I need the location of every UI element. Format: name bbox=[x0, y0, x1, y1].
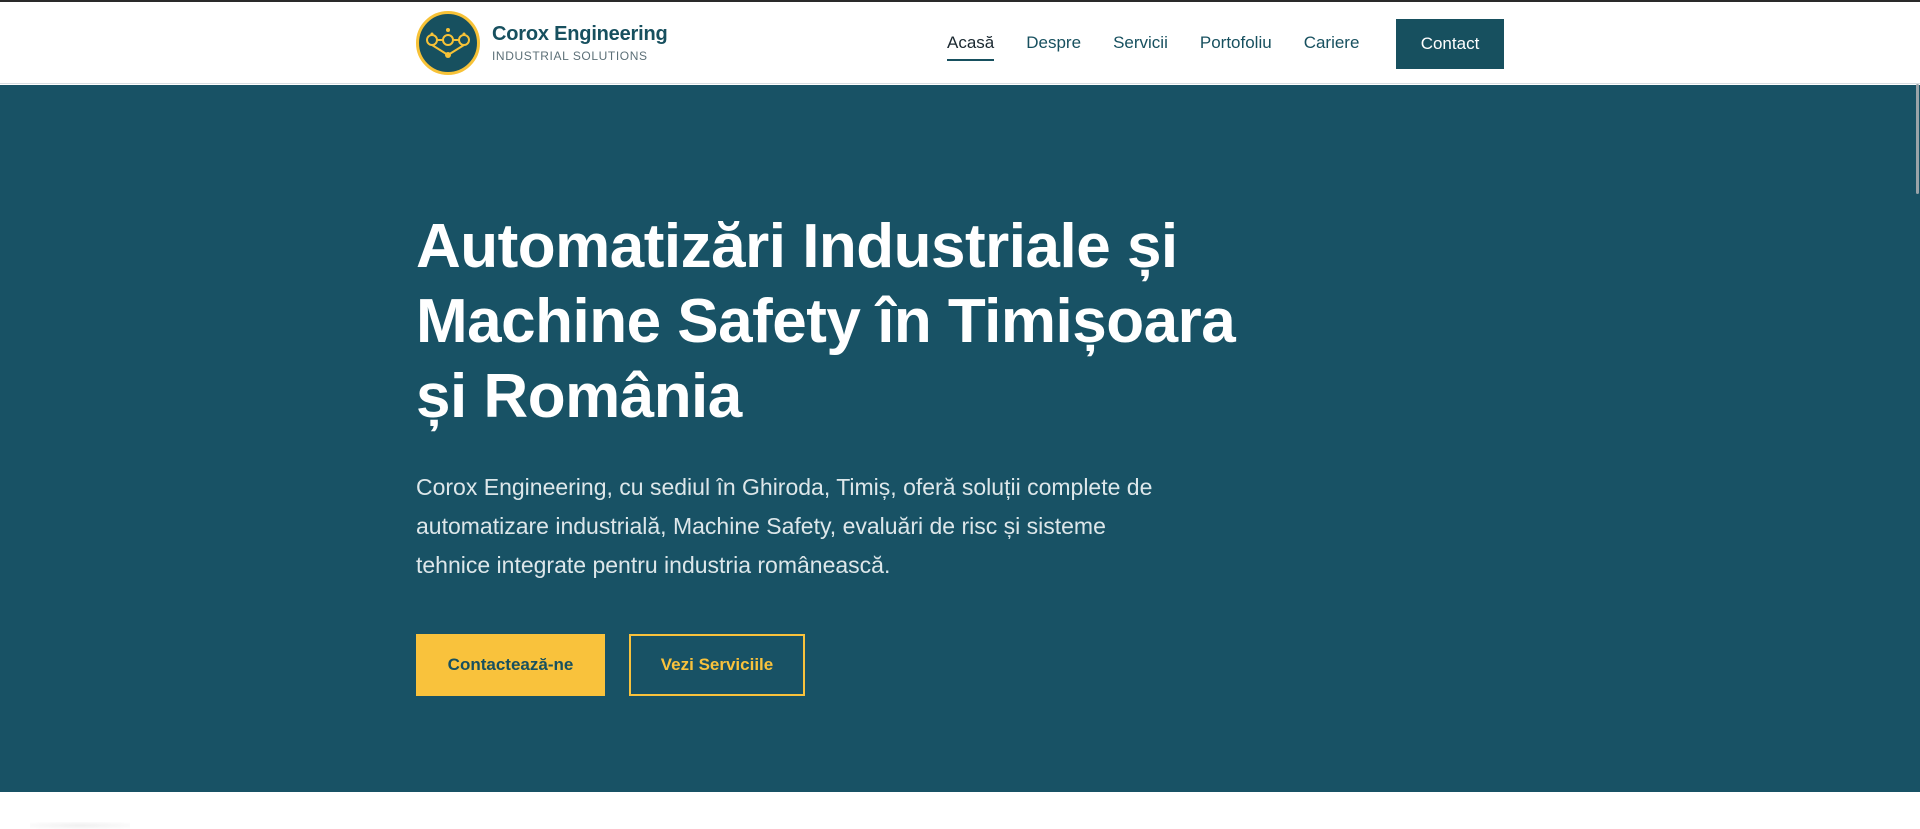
gears-network-icon bbox=[416, 11, 480, 75]
card-shadow-hint bbox=[30, 822, 130, 829]
brand-text: Corox Engineering INDUSTRIAL SOLUTIONS bbox=[492, 22, 668, 65]
contact-us-button[interactable]: Contactează-ne bbox=[416, 634, 605, 696]
brand-logo-link[interactable]: Corox Engineering INDUSTRIAL SOLUTIONS bbox=[416, 10, 668, 76]
hero-description: Corox Engineering, cu sediul în Ghiroda,… bbox=[416, 474, 1153, 578]
site-header: Corox Engineering INDUSTRIAL SOLUTIONS A… bbox=[0, 2, 1920, 84]
next-section-top bbox=[0, 792, 1920, 829]
brand-name: Corox Engineering bbox=[492, 22, 668, 45]
nav-item-servicii[interactable]: Servicii bbox=[1113, 29, 1168, 57]
scrollbar-thumb[interactable] bbox=[1916, 84, 1919, 194]
nav-item-acasa[interactable]: Acasă bbox=[947, 29, 995, 61]
nav-item-portofoliu[interactable]: Portofoliu bbox=[1200, 29, 1272, 57]
brand-tagline: INDUSTRIAL SOLUTIONS bbox=[492, 48, 648, 63]
hero-title: Automatizări Industriale și Machine Safe… bbox=[416, 212, 1236, 431]
nav-item-cariere[interactable]: Cariere bbox=[1304, 29, 1360, 57]
view-services-button[interactable]: Vezi Serviciile bbox=[629, 634, 805, 696]
hero-section: Automatizări Industriale și Machine Safe… bbox=[0, 85, 1920, 792]
nav-item-despre[interactable]: Despre bbox=[1026, 29, 1081, 57]
contact-button[interactable]: Contact bbox=[1396, 19, 1504, 69]
page-scrollbar[interactable] bbox=[1914, 0, 1920, 829]
main-nav: Acasă Despre Servicii Portofoliu Cariere bbox=[947, 17, 1391, 69]
